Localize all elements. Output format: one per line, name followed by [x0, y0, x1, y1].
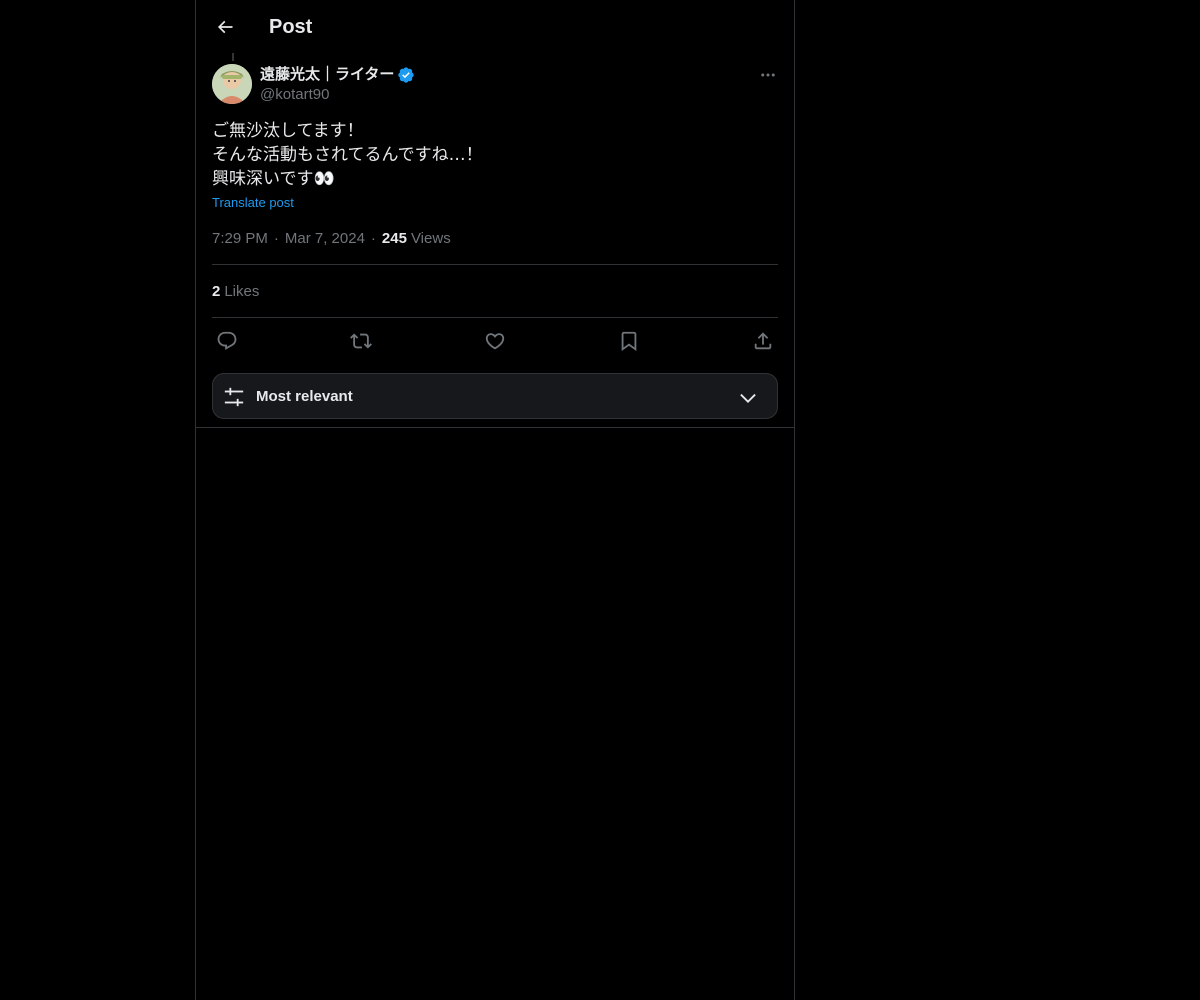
- post-time[interactable]: 7:29 PM: [212, 229, 268, 249]
- heart-icon: [485, 333, 505, 350]
- post-text-line: ご無沙汰してます！: [212, 121, 364, 141]
- thread-connector-line: [232, 53, 234, 61]
- avatar[interactable]: [212, 64, 252, 104]
- author-display-name[interactable]: 遠藤光太｜ライター: [260, 65, 394, 85]
- author-handle[interactable]: @kotart90: [260, 85, 415, 105]
- more-horizontal-icon: [761, 73, 775, 77]
- views-count: 245: [381, 230, 407, 247]
- bookmark-button[interactable]: [614, 326, 644, 356]
- divider: [212, 264, 778, 265]
- post-text-line: 興味深いです👀: [212, 169, 335, 189]
- page-header: Post: [196, 0, 794, 53]
- arrow-left-icon: [217, 20, 233, 34]
- repost-icon: [350, 333, 372, 349]
- post-text-line: そんな活動もされてるんですね…！: [212, 145, 483, 165]
- page-title: Post: [269, 16, 313, 38]
- more-options-button[interactable]: [752, 62, 784, 88]
- action-bar: [212, 326, 778, 356]
- divider: [212, 317, 778, 318]
- likes-label: Likes: [224, 283, 260, 300]
- reply-sort-selector[interactable]: Most relevant: [212, 373, 778, 419]
- share-icon: [754, 332, 772, 350]
- separator-dot: ·: [273, 230, 279, 247]
- post-text: ご無沙汰してます！ そんな活動もされてるんですね…！ 興味深いです👀: [212, 119, 778, 191]
- avatar-image: [212, 64, 252, 104]
- repost-button[interactable]: [346, 326, 376, 356]
- back-button[interactable]: [208, 10, 242, 44]
- main-column: Post 遠藤光太｜ライター @kotart90 ご無沙汰してます！ そんな活動…: [195, 0, 795, 1000]
- reply-icon: [217, 331, 237, 350]
- author-info: 遠藤光太｜ライター @kotart90: [260, 64, 415, 105]
- sliders-icon: [224, 387, 244, 407]
- share-button[interactable]: [748, 326, 778, 356]
- views-label: Views: [410, 230, 451, 247]
- sort-label: Most relevant: [256, 388, 353, 405]
- reply-button[interactable]: [212, 326, 242, 356]
- likes-count: 2: [212, 283, 221, 300]
- like-button[interactable]: [480, 326, 510, 356]
- section-divider: [196, 427, 794, 428]
- post-date[interactable]: Mar 7, 2024: [285, 229, 365, 249]
- post-metadata: 7:29 PM · Mar 7, 2024 · 245 Views: [212, 229, 451, 249]
- verified-badge-icon: [398, 66, 415, 83]
- bookmark-icon: [621, 331, 637, 352]
- chevron-down-icon: [740, 393, 756, 403]
- translate-post-link[interactable]: Translate post: [212, 194, 294, 212]
- likes-link[interactable]: 2 Likes: [212, 282, 259, 302]
- separator-dot: ·: [370, 230, 376, 247]
